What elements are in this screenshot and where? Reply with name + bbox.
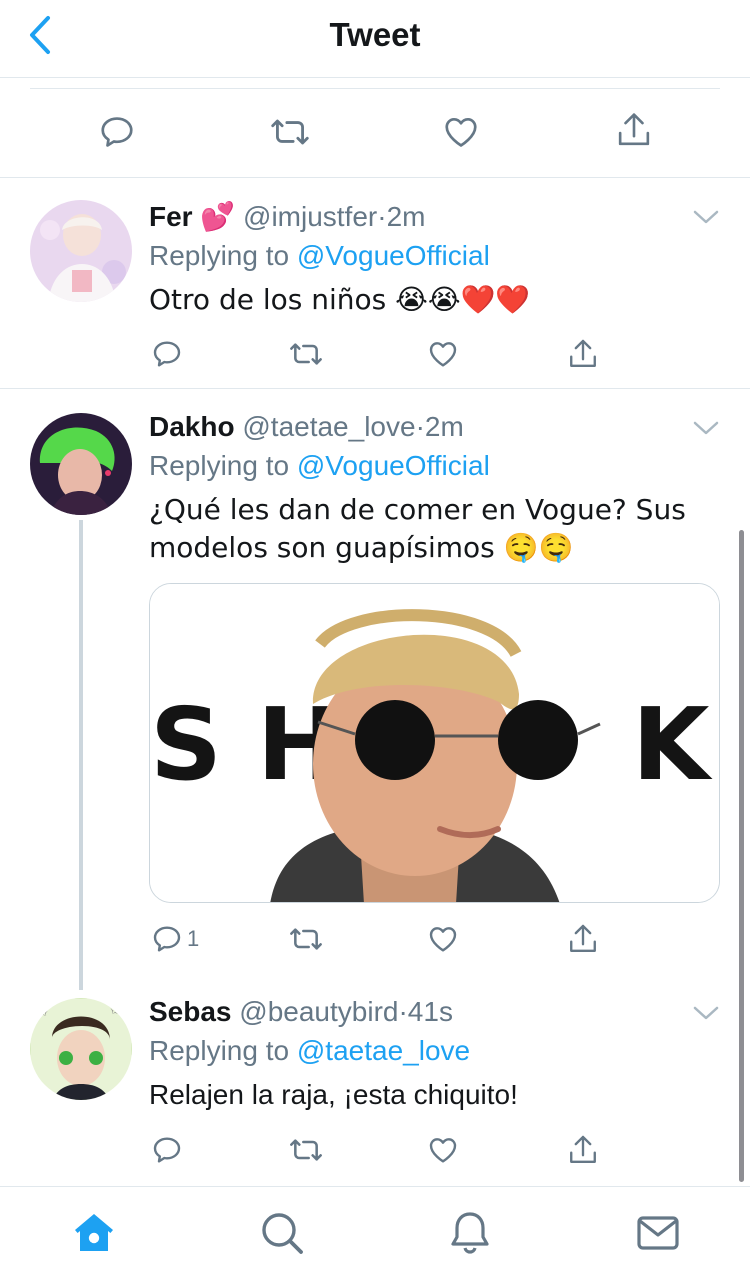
timestamp: 2m bbox=[424, 411, 464, 442]
replying-to-prefix: Replying to bbox=[149, 240, 290, 271]
scrollbar[interactable] bbox=[739, 530, 744, 1182]
retweet-icon bbox=[290, 343, 322, 365]
chevron-down-icon bbox=[693, 1006, 719, 1020]
share-button[interactable] bbox=[567, 1132, 599, 1168]
separator-dot: · bbox=[377, 201, 387, 232]
media-text-right: K bbox=[632, 686, 713, 803]
tweet-actions: 1 bbox=[149, 921, 619, 961]
share-button[interactable] bbox=[567, 336, 599, 372]
like-button[interactable] bbox=[427, 336, 459, 372]
mention-link[interactable]: @taetae_love bbox=[297, 1035, 470, 1066]
reply-button[interactable] bbox=[98, 113, 136, 156]
user-name[interactable]: Fer bbox=[149, 201, 193, 232]
replying-to-prefix: Replying to bbox=[149, 450, 290, 481]
tweet-text: ¿Qué les dan de comer en Vogue? Sus mode… bbox=[149, 493, 686, 564]
reply-icon bbox=[101, 117, 133, 147]
share-button[interactable] bbox=[615, 110, 653, 155]
share-icon bbox=[570, 924, 596, 952]
svg-text:✩: ✩ bbox=[38, 1005, 48, 1019]
share-button[interactable] bbox=[567, 921, 599, 957]
user-name[interactable]: Sebas bbox=[149, 996, 232, 1027]
separator-dot: · bbox=[415, 411, 425, 442]
user-handle[interactable]: @taetae_love bbox=[242, 411, 415, 442]
reply-tweet[interactable]: Fer 💕 @imjustfer·2m Replying to @VogueOf… bbox=[0, 178, 750, 388]
tweet-text: Otro de los niños 😭😭❤️❤️ bbox=[149, 283, 531, 316]
tweet-header: Sebas @beautybird·41s bbox=[149, 995, 720, 1029]
tweet-actions bbox=[149, 336, 619, 376]
like-button[interactable] bbox=[427, 921, 459, 957]
main-tweet-actions bbox=[0, 78, 750, 178]
tab-bar bbox=[0, 1186, 750, 1284]
reply-icon bbox=[153, 926, 181, 952]
retweet-icon bbox=[290, 928, 322, 950]
reply-button[interactable] bbox=[151, 336, 183, 372]
replying-to: Replying to @taetae_love bbox=[149, 1034, 720, 1068]
like-button[interactable] bbox=[442, 113, 480, 156]
media-text-left: S H bbox=[150, 686, 341, 803]
tweet-header: Dakho @taetae_love·2m bbox=[149, 410, 720, 444]
like-icon bbox=[429, 927, 457, 952]
like-icon bbox=[445, 117, 477, 147]
reply-button[interactable]: 1 bbox=[151, 921, 199, 957]
reply-icon bbox=[153, 1137, 181, 1163]
retweet-button[interactable] bbox=[287, 1132, 325, 1168]
chevron-down-icon bbox=[693, 210, 719, 224]
tweet-actions bbox=[149, 1132, 619, 1172]
timestamp: 41s bbox=[407, 996, 453, 1027]
tweet-text: Relajen la raja, ¡esta chiquito! bbox=[149, 1079, 518, 1110]
tweet-media-image[interactable]: S H K bbox=[149, 583, 720, 903]
timestamp: 2m bbox=[386, 201, 426, 232]
like-icon bbox=[429, 342, 457, 367]
avatar[interactable]: ✩ ✩ bbox=[30, 998, 132, 1100]
search-icon bbox=[262, 1213, 303, 1254]
mention-link[interactable]: @VogueOfficial bbox=[297, 450, 490, 481]
retweet-icon bbox=[290, 1139, 322, 1161]
retweet-icon bbox=[271, 119, 309, 145]
like-icon bbox=[429, 1138, 457, 1163]
more-options-button[interactable] bbox=[692, 419, 720, 437]
reply-count: 1 bbox=[187, 926, 200, 951]
avatar[interactable] bbox=[30, 200, 132, 302]
chevron-down-icon bbox=[693, 421, 719, 435]
share-icon bbox=[570, 339, 596, 367]
more-options-button[interactable] bbox=[692, 208, 720, 226]
tab-notifications[interactable] bbox=[446, 1209, 494, 1257]
retweet-button[interactable] bbox=[287, 921, 325, 957]
replying-to: Replying to @VogueOfficial bbox=[149, 449, 720, 483]
share-icon bbox=[570, 1135, 596, 1163]
user-name[interactable]: Dakho bbox=[149, 411, 235, 442]
like-button[interactable] bbox=[427, 1132, 459, 1168]
tab-search[interactable] bbox=[258, 1209, 306, 1257]
svg-text:✩: ✩ bbox=[110, 1003, 120, 1017]
tab-messages[interactable] bbox=[634, 1209, 682, 1257]
tweet-header: Fer 💕 @imjustfer·2m bbox=[149, 200, 720, 234]
mention-link[interactable]: @VogueOfficial bbox=[297, 240, 490, 271]
reply-icon bbox=[153, 341, 181, 367]
navigation-bar: Tweet bbox=[0, 0, 750, 78]
reply-tweet[interactable]: ✩ ✩ Sebas @beautybird·41s Replying to @t… bbox=[0, 974, 750, 1184]
more-options-button[interactable] bbox=[692, 1004, 720, 1022]
separator-dot: · bbox=[398, 996, 408, 1027]
replying-to: Replying to @VogueOfficial bbox=[149, 239, 720, 273]
notifications-icon bbox=[451, 1212, 489, 1254]
user-handle[interactable]: @imjustfer bbox=[243, 201, 377, 232]
name-emoji: 💕 bbox=[200, 200, 236, 233]
page-title: Tweet bbox=[329, 16, 421, 53]
messages-icon bbox=[637, 1216, 679, 1250]
share-icon bbox=[618, 113, 650, 146]
retweet-button[interactable] bbox=[268, 113, 312, 156]
avatar[interactable] bbox=[30, 413, 132, 515]
home-icon bbox=[75, 1214, 113, 1251]
retweet-button[interactable] bbox=[287, 336, 325, 372]
divider bbox=[30, 88, 720, 89]
tab-home[interactable] bbox=[70, 1209, 118, 1257]
reply-button[interactable] bbox=[151, 1132, 183, 1168]
user-handle[interactable]: @beautybird bbox=[239, 996, 398, 1027]
replying-to-prefix: Replying to bbox=[149, 1035, 290, 1066]
